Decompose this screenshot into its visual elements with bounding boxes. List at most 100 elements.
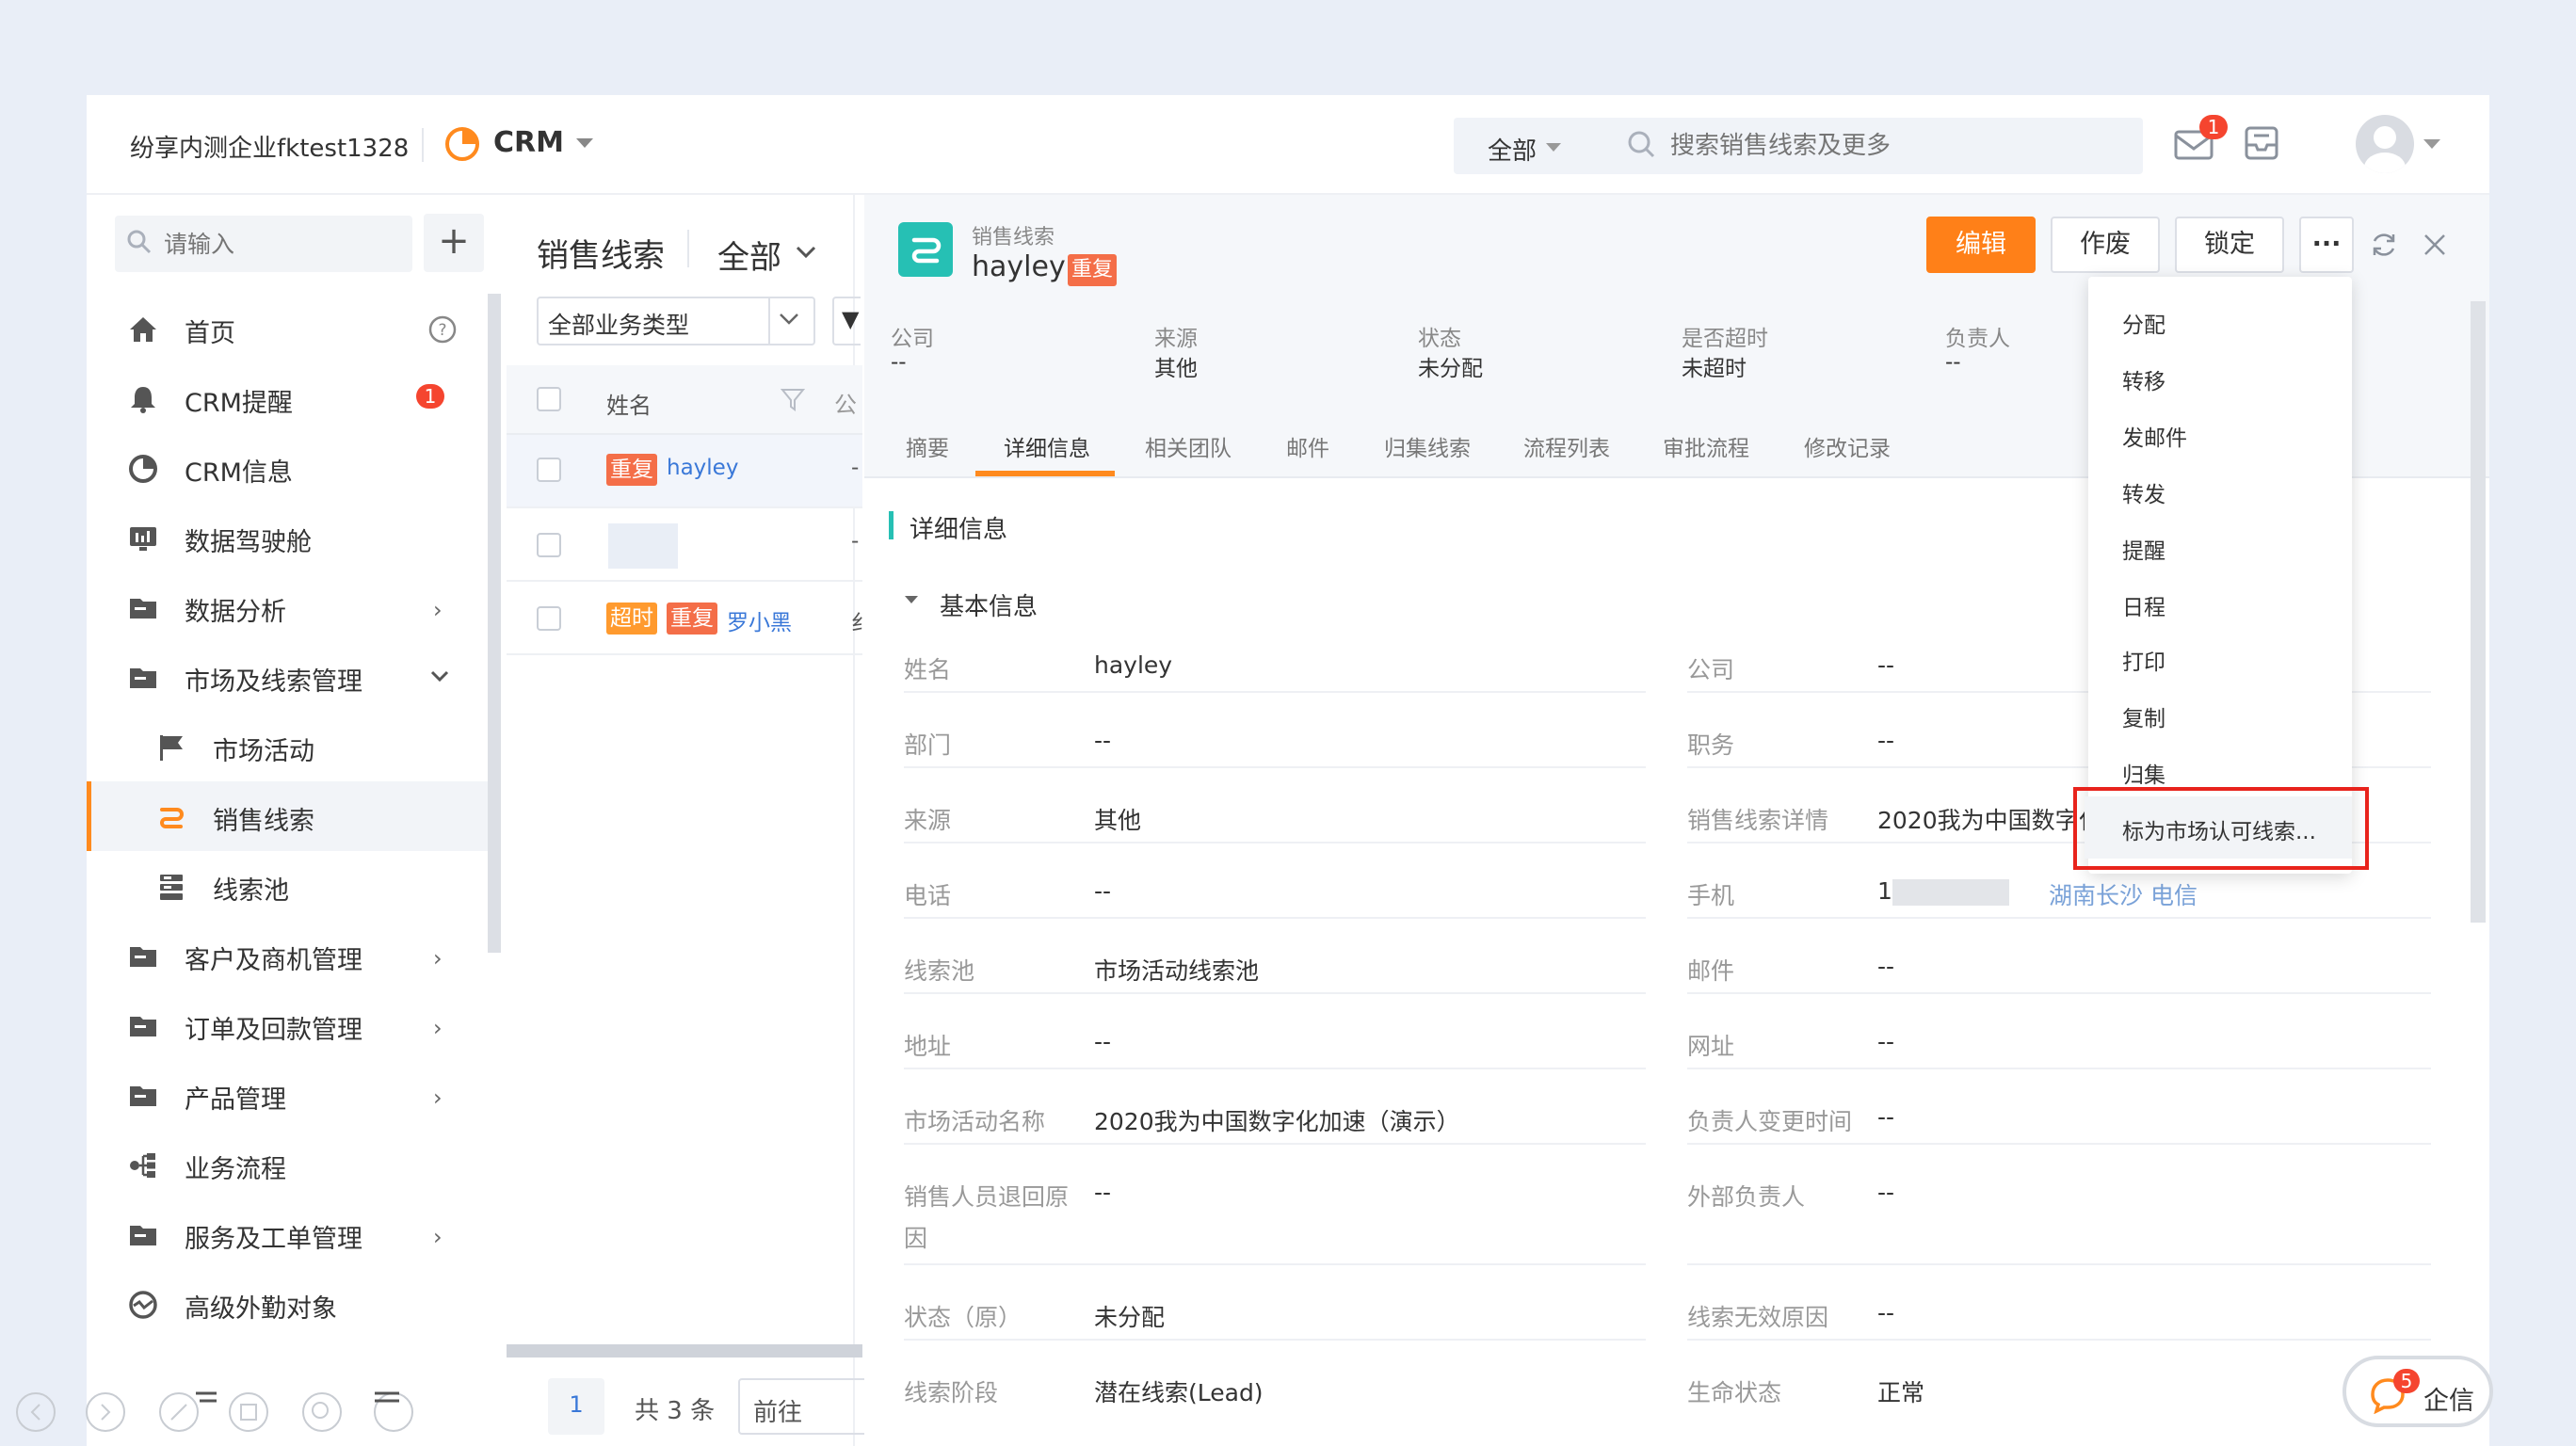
search-scope-caret-icon[interactable] <box>1546 143 1561 152</box>
tab-details[interactable]: 详细信息 <box>1004 430 1090 462</box>
list-scope-select[interactable]: 全部 <box>717 232 781 278</box>
app-switcher[interactable]: CRM <box>493 126 564 159</box>
add-menu-button[interactable]: + <box>424 214 484 272</box>
field-divider <box>1687 917 2431 919</box>
menu-item-copy[interactable]: 复制 <box>2122 700 2165 732</box>
page-button[interactable]: 1 <box>548 1378 604 1435</box>
field-label: 姓名 <box>904 656 952 683</box>
sidebar-item-service[interactable]: 服务及工单管理 › <box>87 1199 488 1269</box>
row-checkbox[interactable] <box>537 606 561 631</box>
folder-icon <box>130 1017 156 1036</box>
sidebar-item-sales-leads[interactable]: 销售线索 <box>87 781 488 851</box>
section-accent <box>889 511 894 539</box>
folder-icon <box>130 1086 156 1106</box>
chevron-down-icon <box>430 670 449 683</box>
sidebar-item-lead-pool[interactable]: 线索池 <box>87 851 488 921</box>
field-label: 网址 <box>1687 1033 1735 1060</box>
pie-icon <box>129 455 157 483</box>
field-divider <box>1687 1263 2431 1265</box>
user-avatar[interactable] <box>2356 115 2414 173</box>
menu-item-transfer[interactable]: 转移 <box>2122 363 2165 395</box>
chevron-right-icon: › <box>433 1015 443 1041</box>
chat-button[interactable]: 5 企信 <box>2343 1356 2493 1427</box>
sidebar-item-crm-reminder[interactable]: CRM提醒 1 <box>87 363 488 433</box>
table-row[interactable]: 重复 hayley - <box>507 435 862 508</box>
sidebar-item-crm-info[interactable]: CRM信息 <box>87 433 488 503</box>
lead-icon <box>160 808 184 828</box>
reminder-badge: 1 <box>416 384 444 409</box>
detail-scrollbar[interactable] <box>2471 301 2486 923</box>
sidebar-item-data-analysis[interactable]: 数据分析 › <box>87 572 488 642</box>
sidebar-item-customers[interactable]: 客户及商机管理 › <box>87 921 488 990</box>
row-name-link[interactable]: 罗小黑 <box>727 604 792 636</box>
table-row[interactable]: - <box>507 508 862 582</box>
chat-badge: 5 <box>2393 1369 2420 1393</box>
tab-flow-list[interactable]: 流程列表 <box>1523 430 1610 462</box>
sidebar-item-products[interactable]: 产品管理 › <box>87 1060 488 1130</box>
select-all-checkbox[interactable] <box>537 387 561 411</box>
menu-item-assign[interactable]: 分配 <box>2122 307 2165 339</box>
list-horizontal-scrollbar[interactable] <box>507 1344 862 1358</box>
goto-label: 前往 <box>753 1399 803 1427</box>
sidebar-scrollbar[interactable] <box>488 294 501 953</box>
menu-item-print[interactable]: 打印 <box>2122 644 2165 676</box>
summary-value: 其他 <box>1154 357 1198 381</box>
user-menu-caret-icon[interactable] <box>2423 139 2440 149</box>
column-filter-icon[interactable] <box>780 386 806 412</box>
home-icon <box>130 317 156 342</box>
edit-button[interactable]: 编辑 <box>1926 217 2036 273</box>
refresh-icon[interactable] <box>2369 230 2399 260</box>
menu-item-schedule[interactable]: 日程 <box>2122 589 2165 621</box>
more-button[interactable]: ··· <box>2299 217 2354 273</box>
sidebar-search-input[interactable] <box>164 220 314 267</box>
tab-email[interactable]: 邮件 <box>1286 430 1329 462</box>
search-scope-select[interactable]: 全部 <box>1488 132 1537 167</box>
sidebar-item-dashboard[interactable]: 数据驾驶舱 <box>87 503 488 572</box>
global-search-input[interactable] <box>1670 122 2037 169</box>
row-checkbox[interactable] <box>537 533 561 557</box>
chevron-down-icon[interactable] <box>778 311 800 328</box>
sidebar-item-home[interactable]: 首页 ? <box>87 294 488 363</box>
void-button[interactable]: 作废 <box>2051 217 2160 273</box>
sidebar-item-market-leads[interactable]: 市场及线索管理 <box>87 642 488 712</box>
filter-button[interactable]: ▼ <box>832 297 861 345</box>
inbox-icon[interactable] <box>2243 124 2280 162</box>
table-row[interactable]: 超时 重复 罗小黑 纟 <box>507 582 873 655</box>
tab-collected-leads[interactable]: 归集线索 <box>1384 430 1471 462</box>
collapse-caret-icon[interactable] <box>902 593 921 606</box>
field-label: 地址 <box>904 1033 952 1060</box>
sidebar-item-business-flow[interactable]: 业务流程 <box>87 1130 488 1199</box>
timeout-tag: 超时 <box>606 602 657 635</box>
market-activity-link[interactable]: 2020我为中国数字化加速（演示） <box>1094 1103 1460 1137</box>
sidebar-item-field-objects[interactable]: 高级外勤对象 <box>87 1269 488 1339</box>
company-name: 纷享内测企业fktest1328 <box>130 135 410 163</box>
sidebar-item-label: 市场活动 <box>213 737 314 766</box>
sidebar-item-market-activity[interactable]: 市场活动 <box>87 712 488 781</box>
tab-approval[interactable]: 审批流程 <box>1663 430 1749 462</box>
goto-page-input[interactable]: 前往 <box>738 1378 870 1435</box>
dashboard-icon <box>130 527 156 551</box>
menu-item-remind[interactable]: 提醒 <box>2122 533 2165 565</box>
row-checkbox[interactable] <box>537 458 561 482</box>
field-divider <box>904 766 1646 768</box>
field-value: -- <box>1877 1179 1895 1206</box>
lead-object-icon <box>898 222 953 277</box>
close-icon[interactable] <box>2422 232 2448 258</box>
sidebar-item-orders[interactable]: 订单及回款管理 › <box>87 990 488 1060</box>
tab-summary[interactable]: 摘要 <box>906 430 949 462</box>
menu-item-send-email[interactable]: 发邮件 <box>2122 420 2187 452</box>
row-name-link[interactable]: hayley <box>667 456 738 480</box>
app-switcher-caret-icon[interactable] <box>576 138 593 148</box>
sidebar-item-label: 产品管理 <box>185 1085 286 1115</box>
object-type: 销售线索 <box>972 226 1055 249</box>
tab-team[interactable]: 相关团队 <box>1145 430 1232 462</box>
tab-history[interactable]: 修改记录 <box>1804 430 1891 462</box>
field-value: -- <box>1094 1028 1112 1055</box>
menu-item-collect[interactable]: 归集 <box>2122 757 2165 789</box>
field-label-continued: 因 <box>904 1225 928 1252</box>
menu-item-forward[interactable]: 转发 <box>2122 476 2165 508</box>
help-icon[interactable]: ? <box>427 314 458 345</box>
chevron-down-icon[interactable] <box>795 243 817 260</box>
lock-button[interactable]: 锁定 <box>2175 217 2284 273</box>
mail-badge: 1 <box>2199 115 2228 139</box>
